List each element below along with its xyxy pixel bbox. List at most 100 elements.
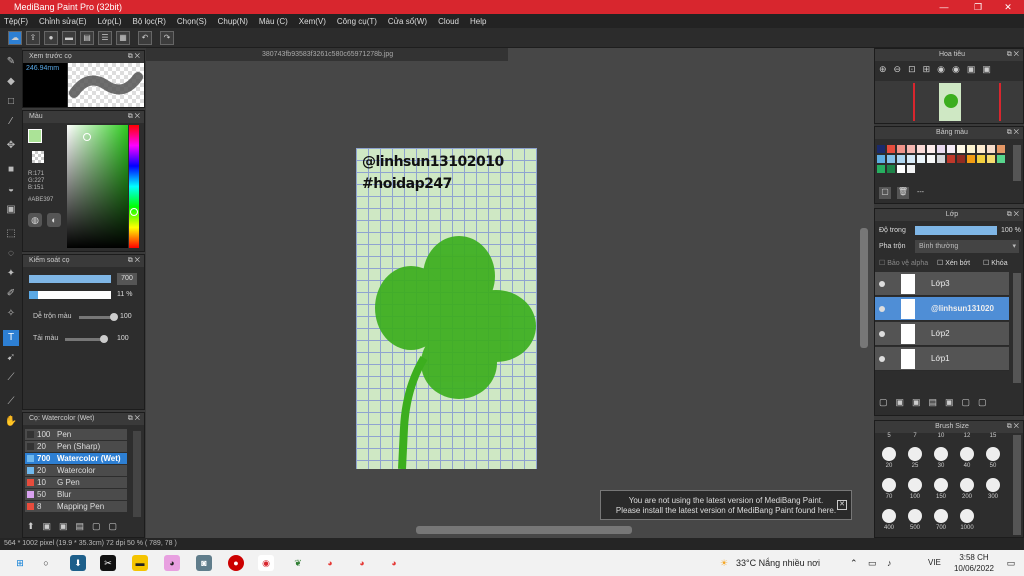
brush-size-dot[interactable] (934, 478, 948, 492)
palette-swatch[interactable] (877, 145, 885, 153)
palette-swatch[interactable] (917, 145, 925, 153)
canvas-horizontal-scrollbar[interactable] (416, 526, 632, 534)
foreground-color-swatch[interactable] (28, 129, 42, 143)
navigator-zoom-icons[interactable]: ⊕⊖⊡⊞◉◉▣▣ (879, 64, 1019, 78)
menu-item[interactable]: Chụp(N) (218, 17, 248, 26)
brush-size-dot[interactable] (986, 447, 1000, 461)
palette-swatch[interactable] (897, 145, 905, 153)
palette-swatch[interactable] (877, 165, 885, 173)
eyedropper-icon[interactable]: ◐ (47, 213, 61, 227)
menu-item[interactable]: Công cụ(T) (337, 17, 377, 26)
hue-handle[interactable] (130, 208, 138, 216)
layer-item[interactable]: Lớp3 (875, 272, 1009, 296)
palette-swatch[interactable] (997, 155, 1005, 163)
lasso-tool-icon[interactable]: ◌ (3, 246, 19, 262)
text-tool-icon[interactable]: T (3, 330, 19, 346)
record-icon[interactable]: ● (228, 555, 244, 571)
notification-close-button[interactable]: ✕ (837, 500, 847, 510)
brush-size-dot[interactable] (882, 478, 896, 492)
layer-visibility-icon[interactable] (879, 281, 885, 287)
palette-swatch[interactable] (967, 155, 975, 163)
delete-palette-icon[interactable]: 🗑 (897, 187, 909, 199)
language-indicator[interactable]: VIE (928, 558, 941, 567)
brush-size-dot[interactable] (882, 447, 896, 461)
transparent-color-swatch[interactable] (32, 151, 44, 163)
menu-item[interactable]: Chỉnh sửa(E) (39, 17, 87, 26)
brush-size-dot[interactable] (908, 447, 922, 461)
maximize-button[interactable]: ❐ (962, 0, 994, 14)
menu-item[interactable]: Cloud (438, 17, 459, 26)
panel-close-icon[interactable]: ⧉ ✕ (1007, 49, 1019, 61)
comment-icon[interactable]: ▬ (62, 31, 76, 45)
layer-blend-select[interactable]: Bình thường ▾ (915, 240, 1019, 253)
operation-tool-icon[interactable]: ➹ (3, 350, 19, 366)
move-tool-icon[interactable]: ✥ (3, 138, 19, 154)
palette-swatch[interactable] (887, 145, 895, 153)
layer-opacity-bar[interactable] (915, 226, 997, 235)
tray-icons[interactable]: ⌃ ▭ ♪ (850, 558, 896, 569)
palette-swatch[interactable] (897, 155, 905, 163)
reload-slider[interactable] (65, 335, 108, 343)
cloud-icon[interactable]: ☁ (8, 31, 22, 45)
panel-close-icon[interactable]: ⧉ ✕ (1007, 421, 1019, 433)
palette-swatch[interactable] (967, 145, 975, 153)
notification-icon[interactable]: ▭ (1003, 555, 1019, 571)
menu-item[interactable]: Màu (C) (259, 17, 288, 26)
brush-size-dot[interactable] (882, 509, 896, 523)
menu-item[interactable]: Help (470, 17, 486, 26)
palette-swatch[interactable] (897, 165, 905, 173)
panel-close-icon[interactable]: ⧉ ✕ (128, 413, 140, 425)
magic-wand-tool-icon[interactable]: ✦ (3, 266, 19, 282)
fill-rect-tool-icon[interactable]: ■ (3, 162, 19, 178)
palette-swatch[interactable] (977, 145, 985, 153)
palette-swatch[interactable] (927, 145, 935, 153)
gradient-tool-icon[interactable]: ▣ (3, 202, 19, 218)
layer-visibility-icon[interactable] (879, 331, 885, 337)
brush-size-dot[interactable] (908, 478, 922, 492)
navigator-preview[interactable] (875, 81, 1023, 123)
brush-list-actions-icon[interactable]: ⬆▣▣▤▢▢ (27, 521, 137, 535)
minimize-button[interactable]: — (928, 0, 960, 14)
list-icon[interactable]: ☰ (98, 31, 112, 45)
brush-list-item[interactable]: 20 Pen (Sharp) (25, 441, 127, 452)
lock-checkbox[interactable]: ☐ Khóa (983, 259, 1008, 267)
palette-swatch[interactable] (927, 155, 935, 163)
brush-tool-icon[interactable]: ✎ (3, 54, 19, 70)
weather-text[interactable]: 33°C Nắng nhiều nơi (736, 558, 820, 568)
capcut-icon[interactable]: ✂ (100, 555, 116, 571)
document-tab[interactable]: 380743fb93583f3261c580c65971278b.jpg (146, 48, 508, 61)
chrome-notify-icon[interactable]: ◕ (386, 555, 402, 571)
palette-swatch[interactable] (907, 145, 915, 153)
search-icon[interactable]: ○ (38, 555, 54, 571)
chrome-profile-icon[interactable]: ◕ (354, 555, 370, 571)
protect-alpha-checkbox[interactable]: ☐ Bảo vệ alpha (879, 259, 928, 267)
palette-swatch[interactable] (937, 145, 945, 153)
windows-start-icon[interactable]: ⊞ (12, 555, 28, 571)
palette-swatch[interactable] (947, 155, 955, 163)
document-canvas[interactable]: @linhsun13102010 #hoidap247 (356, 148, 537, 469)
app-icon[interactable]: ⬇ (70, 555, 86, 571)
palette-swatch[interactable] (887, 165, 895, 173)
panel-close-icon[interactable]: ⧉ ✕ (1007, 209, 1019, 221)
palette-swatch[interactable] (947, 145, 955, 153)
undo-button[interactable]: ↶ (138, 31, 152, 45)
brush-size-value[interactable]: 700 (117, 273, 137, 285)
dot-tool-icon[interactable]: ⁄ (3, 114, 19, 130)
blend-slider[interactable] (79, 313, 118, 321)
rectangle-tool-icon[interactable]: □ (3, 94, 19, 110)
palette-scrollbar[interactable] (1013, 145, 1021, 181)
layer-item[interactable]: Lớp2 (875, 322, 1009, 346)
saturation-value-picker[interactable] (67, 125, 128, 248)
brush-list-item[interactable]: 20 Watercolor (25, 465, 127, 476)
update-notification[interactable]: You are not using the latest version of … (600, 490, 852, 520)
eyedropper-tool-icon[interactable]: ⟋ (3, 394, 19, 410)
brush-list-item[interactable]: 700 Watercolor (Wet) (25, 453, 127, 464)
palette-icon[interactable]: ◍ (28, 213, 42, 227)
select-tool-icon[interactable]: ⬚ (3, 226, 19, 242)
palette-swatch[interactable] (877, 155, 885, 163)
blend-slider-handle[interactable] (110, 313, 118, 321)
medibang-icon[interactable]: ◉ (258, 555, 274, 571)
palette-swatch[interactable] (987, 145, 995, 153)
add-palette-icon[interactable]: ▢ (879, 187, 891, 199)
brush-size-dot[interactable] (934, 509, 948, 523)
